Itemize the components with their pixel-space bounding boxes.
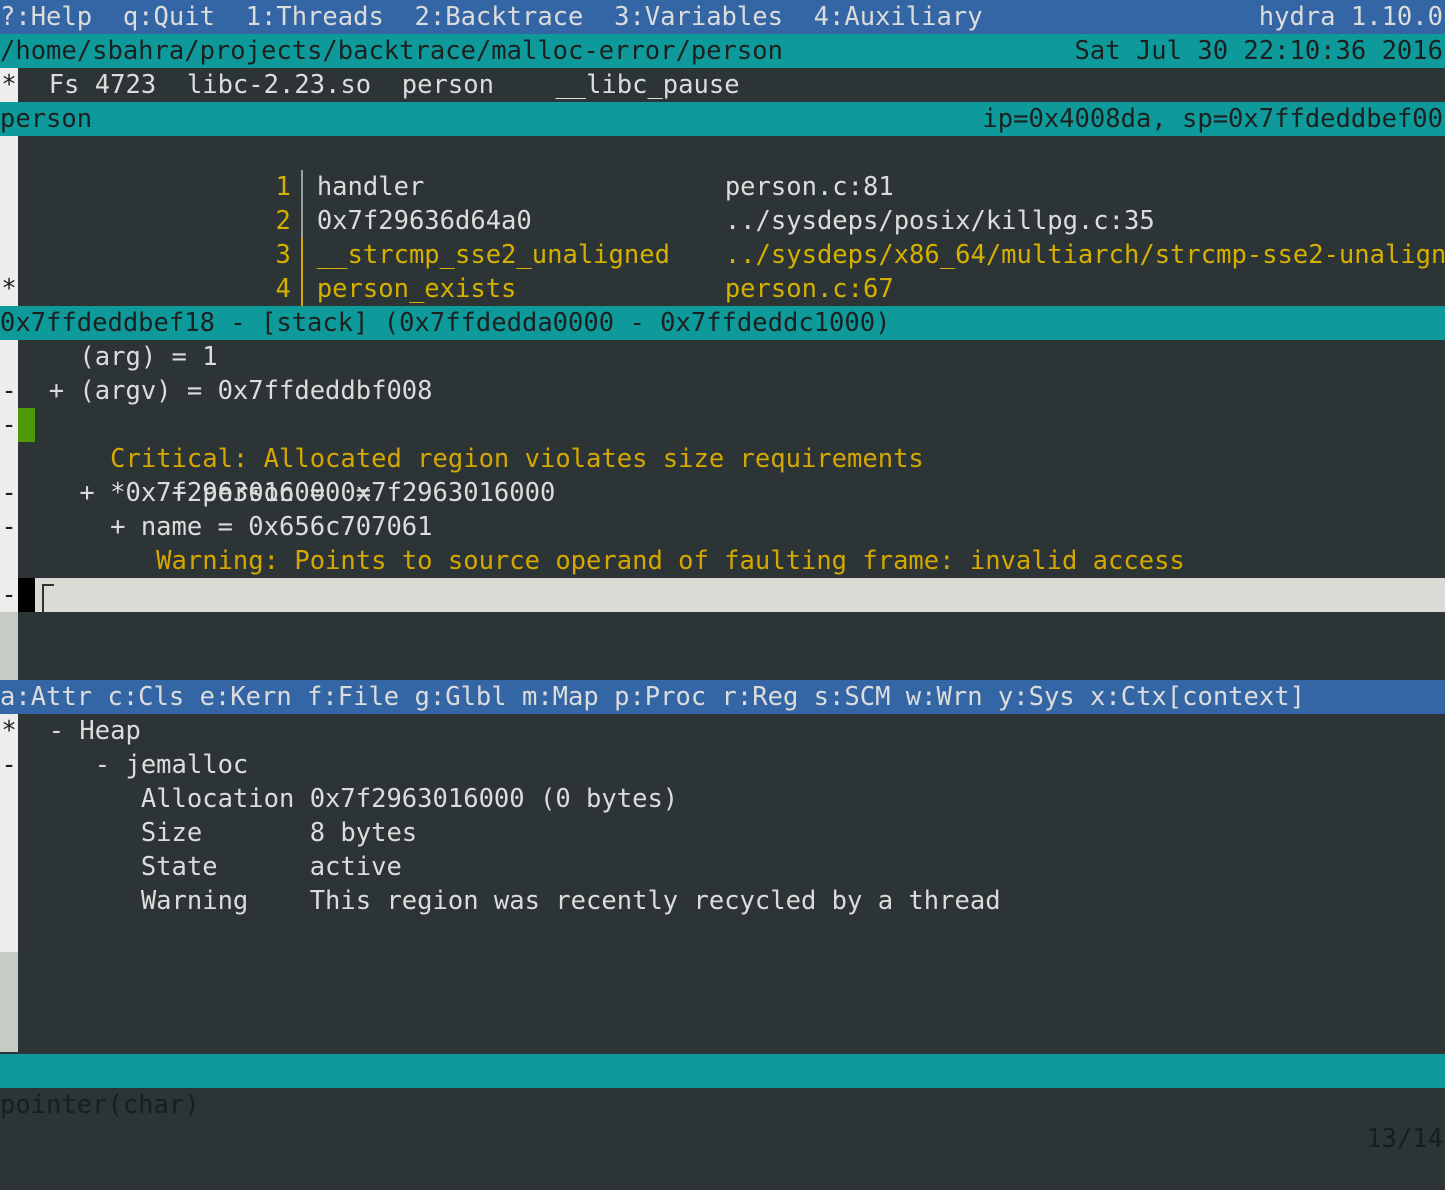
target-path-label: /home/sbahra/projects/backtrace/malloc-e…	[0, 34, 783, 68]
variable-annotation-critical: Critical: Allocated region violates size…	[18, 442, 1445, 476]
variables-gutter[interactable]: - - - - -	[0, 340, 18, 680]
auxiliary-body: - Heap - jemalloc Allocation 0x7f2963016…	[18, 714, 1445, 1052]
variable-row[interactable]: + *0x7f2963016000 =	[18, 476, 1445, 510]
auxiliary-row: Allocation 0x7f2963016000 (0 bytes)	[18, 782, 1445, 816]
variables-marker-7: -	[0, 578, 18, 612]
variables-empty-row	[18, 612, 1445, 646]
variable-row[interactable]: + (argv) = 0x7ffdeddbf008	[18, 374, 1445, 408]
threads-body: Fs 4723 libc-2.23.so person __libc_pause	[18, 68, 1445, 102]
menu-bar-items[interactable]: ?:Help q:Quit 1:Threads 2:Backtrace 3:Va…	[0, 0, 983, 34]
backtrace-frame-row[interactable]: 3__strcmp_sse2_unaligned../sysdeps/x86_6…	[18, 204, 1445, 238]
auxiliary-row: Size 8 bytes	[18, 816, 1445, 850]
variables-marker-2: -	[0, 408, 18, 442]
backtrace-module-label: person	[0, 102, 92, 136]
backtrace-body: 1handlerperson.c:81 20x7f29636d64a0../sy…	[18, 136, 1445, 306]
auxiliary-row: Warning This region was recently recycle…	[18, 884, 1445, 918]
variables-marker-0	[0, 340, 18, 374]
threads-pane: * Fs 4723 libc-2.23.so person __libc_pau…	[0, 68, 1445, 102]
menu-bar[interactable]: ?:Help q:Quit 1:Threads 2:Backtrace 3:Va…	[0, 0, 1445, 34]
status-position-label: 13/14	[1366, 1122, 1443, 1156]
variable-row-selected[interactable]: + test = 0x7f2963016000	[18, 578, 1445, 612]
thread-row[interactable]: Fs 4723 libc-2.23.so person __libc_pause	[18, 68, 1445, 102]
threads-row-marker: *	[0, 68, 18, 102]
text-cursor	[42, 584, 54, 612]
auxiliary-scrollbar-track[interactable]	[0, 952, 18, 1052]
auxiliary-gutter[interactable]: * -	[0, 714, 18, 1052]
auxiliary-marker-0: *	[0, 714, 18, 748]
auxiliary-menu-bar[interactable]: a:Attr c:Cls e:Kern f:File g:Glbl m:Map …	[0, 680, 1445, 714]
variable-row[interactable]: (arg) = 1	[18, 340, 1445, 374]
backtrace-header: person ip=0x4008da, sp=0x7ffdeddbef00	[0, 102, 1445, 136]
variables-empty-row	[18, 646, 1445, 680]
variables-marker-4: -	[0, 476, 18, 510]
auxiliary-pane: * - - Heap - jemalloc Allocation 0x7f296…	[0, 714, 1445, 1052]
auxiliary-marker-1: -	[0, 748, 18, 782]
backtrace-frame-row[interactable]: 4person_existsperson.c:67	[18, 238, 1445, 272]
backtrace-gutter[interactable]: *	[0, 136, 18, 306]
auxiliary-row[interactable]: - jemalloc	[18, 748, 1445, 782]
variable-row[interactable]: + name = 0x656c707061	[18, 510, 1445, 544]
app-version-label: hydra 1.10.0	[1259, 0, 1443, 34]
backtrace-registers-label: ip=0x4008da, sp=0x7ffdeddbef00	[982, 102, 1443, 136]
variables-marker-5: -	[0, 510, 18, 544]
backtrace-marker-2	[0, 170, 18, 204]
terminal-screen: ?:Help q:Quit 1:Threads 2:Backtrace 3:Va…	[0, 0, 1445, 1088]
variables-header: 0x7ffdeddbef18 - [stack] (0x7ffdedda0000…	[0, 306, 1445, 340]
backtrace-marker-1	[0, 136, 18, 170]
backtrace-marker-4	[0, 238, 18, 272]
backtrace-frame-row[interactable]: 20x7f29636d64a0../sysdeps/posix/killpg.c…	[18, 170, 1445, 204]
variables-marker-1: -	[0, 374, 18, 408]
variables-marker-3	[0, 442, 18, 476]
variables-body: (arg) = 1 + (argv) = 0x7ffdeddbf008 + pe…	[18, 340, 1445, 680]
timestamp-label: Sat Jul 30 22:10:36 2016	[1075, 34, 1443, 68]
variable-highlight-marker	[18, 408, 35, 442]
backtrace-pane: * 1handlerperson.c:81 20x7f29636d64a0../…	[0, 136, 1445, 306]
auxiliary-row[interactable]: - Heap	[18, 714, 1445, 748]
variable-row[interactable]: + person = 0x7f2963016000	[18, 408, 1445, 442]
status-bar: pointer(char) 13/14	[0, 1054, 1445, 1088]
threads-gutter[interactable]: *	[0, 68, 18, 102]
variable-annotation-warning: Warning: Points to source operand of fau…	[18, 544, 1445, 578]
variables-marker-6	[0, 544, 18, 578]
path-bar: /home/sbahra/projects/backtrace/malloc-e…	[0, 34, 1445, 68]
backtrace-frame-row[interactable]: 1handlerperson.c:81	[18, 136, 1445, 170]
backtrace-frame-row[interactable]: 5mainperson.c:100	[18, 272, 1445, 306]
status-type-label: pointer(char)	[0, 1088, 200, 1122]
backtrace-marker-5: *	[0, 272, 18, 306]
variable-cursor-block	[18, 578, 35, 612]
auxiliary-row: State active	[18, 850, 1445, 884]
backtrace-marker-3	[0, 204, 18, 238]
variables-pane: - - - - - (arg) = 1 + (argv) = 0x7ffdedd…	[0, 340, 1445, 680]
variables-scrollbar-track[interactable]	[0, 612, 18, 680]
